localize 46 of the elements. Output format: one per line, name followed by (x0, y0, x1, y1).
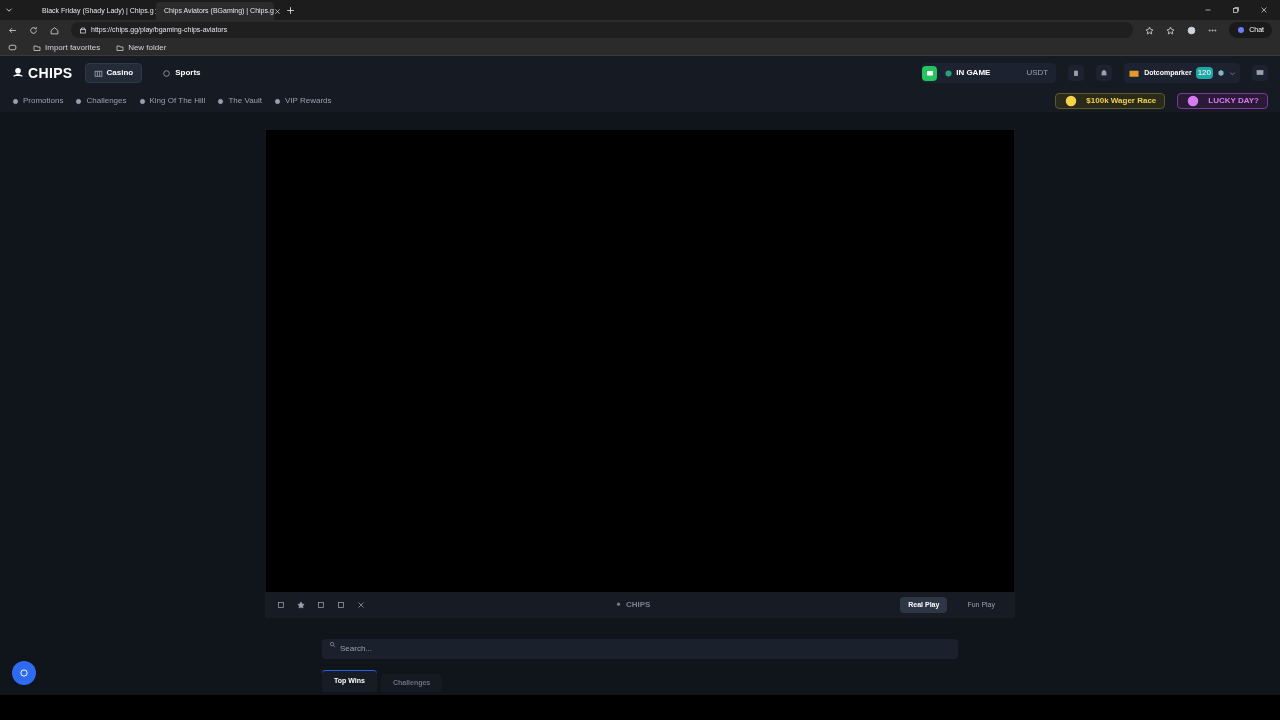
cube-icon (1217, 69, 1225, 77)
lock-icon (79, 26, 87, 34)
currency-selector[interactable]: USDT (1026, 67, 1049, 79)
nav-link[interactable]: The Vault (217, 95, 263, 107)
bookmark[interactable]: New folder (116, 41, 167, 54)
support-button[interactable] (12, 661, 36, 685)
ball-icon (162, 68, 172, 78)
nav-tab[interactable]: Casino (84, 63, 143, 83)
tether-icon (945, 69, 953, 77)
promo-banner[interactable]: $100k Wager Race (1055, 93, 1166, 109)
profile-icon[interactable] (1187, 25, 1197, 35)
search-icon (329, 641, 336, 648)
folder-icon (116, 43, 125, 52)
minimize-icon (1204, 6, 1212, 14)
star-icon[interactable] (297, 601, 305, 609)
copilot-icon (1237, 26, 1246, 34)
folder-icon (33, 43, 41, 52)
close-icon[interactable] (1260, 6, 1268, 14)
restore-icon (1232, 6, 1240, 14)
nav-link[interactable]: Challenges (75, 95, 127, 107)
chevron-down-icon (1229, 69, 1236, 77)
favorites-icon[interactable] (1166, 25, 1176, 35)
notifications-button[interactable] (1096, 65, 1113, 81)
nav-tab[interactable]: Sports (154, 63, 209, 83)
nav-link[interactable]: King Of The Hill (138, 95, 206, 107)
refresh-icon[interactable] (29, 25, 38, 35)
balance-status: IN GAME (956, 67, 991, 79)
bell-icon (1100, 69, 1109, 77)
wallet-button[interactable] (922, 65, 938, 81)
brand-text: CHIPS (625, 599, 651, 611)
bookmark-bar-icon (8, 43, 17, 52)
level-badge: 120 (1195, 67, 1213, 79)
hat-button[interactable] (1068, 65, 1085, 81)
search-field[interactable]: Search... (322, 638, 958, 659)
new-tab-icon[interactable] (286, 5, 295, 15)
bookmark[interactable]: Import favorites (33, 41, 101, 54)
nav-link[interactable]: VIP Rewards (274, 95, 332, 107)
promo-banner[interactable]: LUCKY DAY? (1177, 93, 1268, 109)
home-icon[interactable] (50, 25, 59, 35)
back-icon[interactable] (8, 25, 17, 35)
chat-toggle-button[interactable] (1252, 65, 1268, 81)
site-logo[interactable]: CHIPS (12, 62, 73, 84)
close-icon[interactable] (357, 601, 365, 609)
wallet-panel[interactable]: IN GAME USDT (922, 63, 1057, 83)
slot-machine-icon (93, 68, 103, 78)
nav-link[interactable]: Promotions (12, 95, 64, 107)
